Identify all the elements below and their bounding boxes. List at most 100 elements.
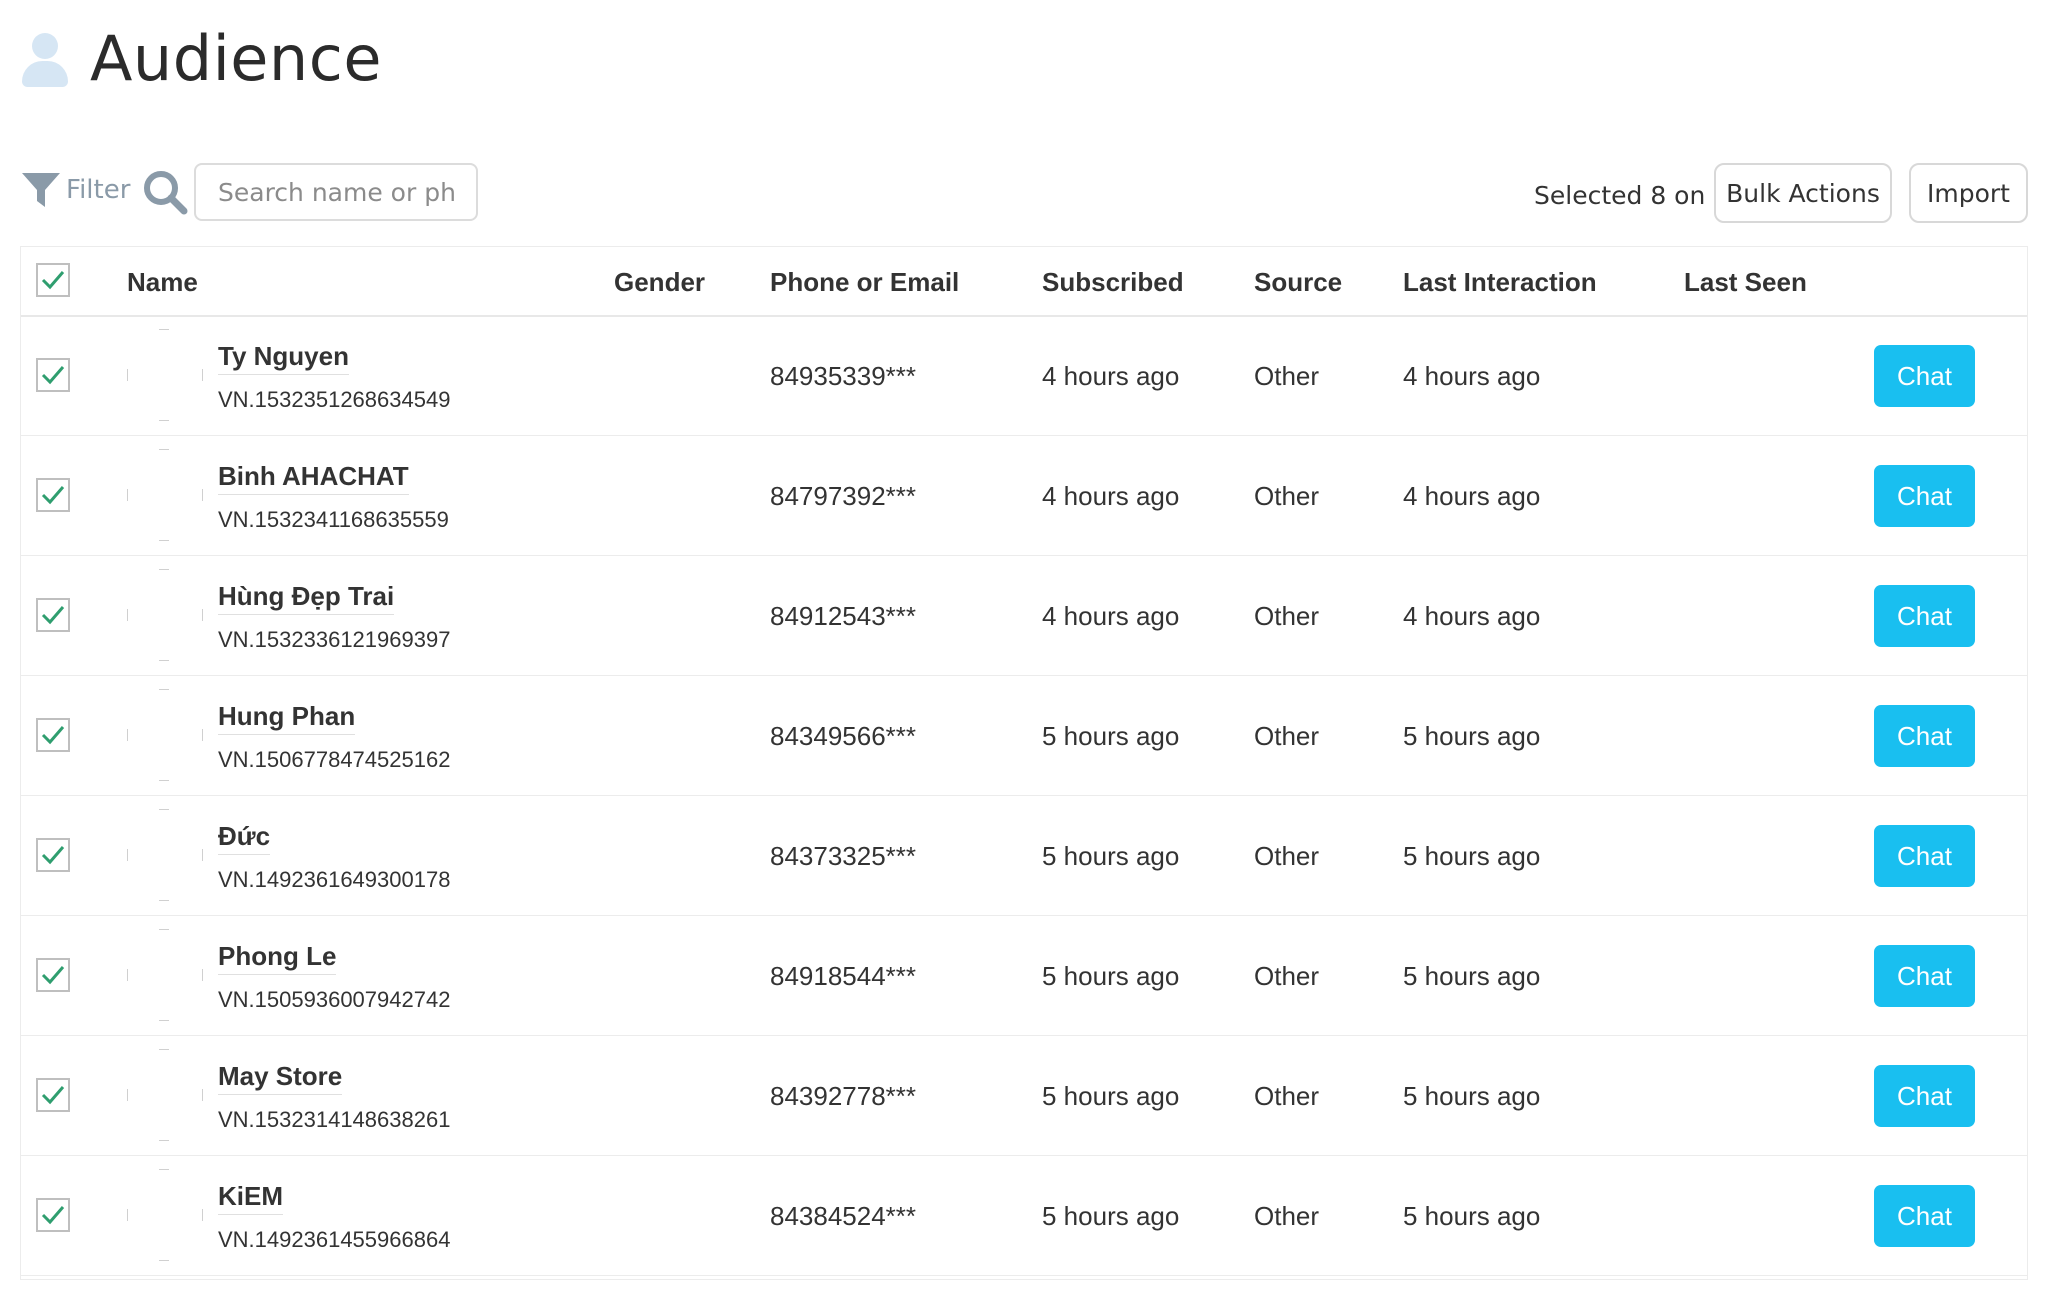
contact-id: VN.1532341168635559 — [218, 507, 449, 532]
row-checkbox[interactable] — [36, 838, 70, 872]
subscribed-cell: 5 hours ago — [1042, 721, 1180, 751]
table-row: Hùng Đẹp Trai VN.1532336121969397 84912543… — [21, 555, 2027, 676]
phone-cell: 84373325*** — [770, 841, 917, 871]
avatar — [127, 449, 203, 541]
phone-cell: 84935339*** — [770, 361, 917, 391]
row-checkbox[interactable] — [36, 1198, 70, 1232]
column-header-phone[interactable]: Phone or Email — [770, 267, 959, 298]
check-icon — [41, 1086, 65, 1105]
check-icon — [41, 366, 65, 385]
source-cell: Other — [1254, 1201, 1320, 1231]
chat-button[interactable]: Chat — [1874, 345, 1975, 407]
funnel-icon — [22, 173, 60, 207]
contact-name[interactable]: Đức — [218, 821, 271, 855]
last-interaction-cell: 4 hours ago — [1403, 601, 1541, 631]
search-icon[interactable] — [140, 167, 190, 217]
subscribed-cell: 4 hours ago — [1042, 481, 1180, 511]
source-cell: Other — [1254, 361, 1320, 391]
search-input[interactable] — [194, 163, 478, 221]
column-header-last-seen[interactable]: Last Seen — [1684, 267, 1807, 298]
chat-button[interactable]: Chat — [1874, 705, 1975, 767]
last-interaction-cell: 5 hours ago — [1403, 961, 1541, 991]
filter-label: Filter — [66, 175, 131, 205]
source-cell: Other — [1254, 961, 1320, 991]
check-icon — [41, 846, 65, 865]
user-icon — [20, 27, 70, 89]
page-header: Audience — [20, 18, 382, 98]
subscribed-cell: 5 hours ago — [1042, 841, 1180, 871]
avatar — [127, 329, 203, 421]
phone-cell: 84912543*** — [770, 601, 917, 631]
subscribed-cell: 5 hours ago — [1042, 1081, 1180, 1111]
contact-id: VN.1505936007942742 — [218, 987, 451, 1012]
phone-cell: 84384524*** — [770, 1201, 917, 1231]
row-checkbox[interactable] — [36, 598, 70, 632]
chat-button[interactable]: Chat — [1874, 1185, 1975, 1247]
column-header-last-interaction[interactable]: Last Interaction — [1403, 267, 1597, 298]
table-row: Ty Nguyen VN.1532351268634549 84935339*** 4… — [21, 315, 2027, 436]
avatar — [127, 809, 203, 901]
table-row: May Store VN.1532314148638261 84392778*** 5… — [21, 1035, 2027, 1156]
chat-button[interactable]: Chat — [1874, 825, 1975, 887]
check-icon — [41, 606, 65, 625]
table-header: Name Gender Phone or Email Subscribed So… — [21, 247, 2027, 317]
avatar — [127, 689, 203, 781]
source-cell: Other — [1254, 841, 1320, 871]
contact-id: VN.1532351268634549 — [218, 387, 451, 412]
check-icon — [41, 1206, 65, 1225]
import-button[interactable]: Import — [1909, 163, 2028, 223]
subscribed-cell: 5 hours ago — [1042, 1201, 1180, 1231]
last-interaction-cell: 5 hours ago — [1403, 1081, 1541, 1111]
chat-button[interactable]: Chat — [1874, 465, 1975, 527]
audience-table: Name Gender Phone or Email Subscribed So… — [20, 246, 2028, 1280]
contact-name[interactable]: Ty Nguyen — [218, 341, 349, 375]
table-row: Binh AHACHAT VN.1532341168635559 84797392*… — [21, 435, 2027, 556]
last-interaction-cell: 4 hours ago — [1403, 361, 1541, 391]
avatar — [127, 569, 203, 661]
last-interaction-cell: 5 hours ago — [1403, 1201, 1541, 1231]
contact-name[interactable]: May Store — [218, 1061, 343, 1095]
source-cell: Other — [1254, 481, 1320, 511]
check-icon — [41, 271, 65, 290]
source-cell: Other — [1254, 1081, 1320, 1111]
table-row: Phong Le VN.1505936007942742 84918544*** 5 … — [21, 915, 2027, 1036]
subscribed-cell: 4 hours ago — [1042, 361, 1180, 391]
contact-id: VN.1492361455966864 — [218, 1227, 451, 1252]
contact-name[interactable]: Phong Le — [218, 941, 337, 975]
phone-cell: 84797392*** — [770, 481, 917, 511]
last-interaction-cell: 4 hours ago — [1403, 481, 1541, 511]
column-header-source[interactable]: Source — [1254, 267, 1342, 298]
source-cell: Other — [1254, 601, 1320, 631]
contact-name[interactable]: Hung Phan — [218, 701, 356, 735]
avatar — [127, 1169, 203, 1261]
filter-button[interactable]: Filter — [20, 169, 130, 211]
contact-name[interactable]: KiEM — [218, 1181, 283, 1215]
selection-count: Selected 8 on 8 — [1534, 181, 1730, 210]
row-checkbox[interactable] — [36, 718, 70, 752]
row-checkbox[interactable] — [36, 1078, 70, 1112]
contact-id: VN.1532314148638261 — [218, 1107, 451, 1132]
source-cell: Other — [1254, 721, 1320, 751]
phone-cell: 84918544*** — [770, 961, 917, 991]
last-interaction-cell: 5 hours ago — [1403, 721, 1541, 751]
contact-id: VN.1492361649300178 — [218, 867, 451, 892]
check-icon — [41, 726, 65, 745]
row-checkbox[interactable] — [36, 478, 70, 512]
avatar — [127, 1049, 203, 1141]
column-header-subscribed[interactable]: Subscribed — [1042, 267, 1184, 298]
row-checkbox[interactable] — [36, 358, 70, 392]
contact-name[interactable]: Hùng Đẹp Trai — [218, 581, 395, 615]
row-checkbox[interactable] — [36, 958, 70, 992]
column-header-name[interactable]: Name — [127, 267, 198, 298]
chat-button[interactable]: Chat — [1874, 1065, 1975, 1127]
table-row: Hung Phan VN.1506778474525162 84349566*** 5… — [21, 675, 2027, 796]
phone-cell: 84392778*** — [770, 1081, 917, 1111]
chat-button[interactable]: Chat — [1874, 945, 1975, 1007]
column-header-gender[interactable]: Gender — [614, 267, 705, 298]
contact-name[interactable]: Binh AHACHAT — [218, 461, 409, 495]
chat-button[interactable]: Chat — [1874, 585, 1975, 647]
contact-id: VN.1532336121969397 — [218, 627, 451, 652]
bulk-actions-button[interactable]: Bulk Actions — [1714, 163, 1892, 223]
select-all-checkbox[interactable] — [36, 263, 70, 297]
toolbar: Filter Selected 8 on 8 Bulk Actions Impo… — [20, 163, 2028, 225]
